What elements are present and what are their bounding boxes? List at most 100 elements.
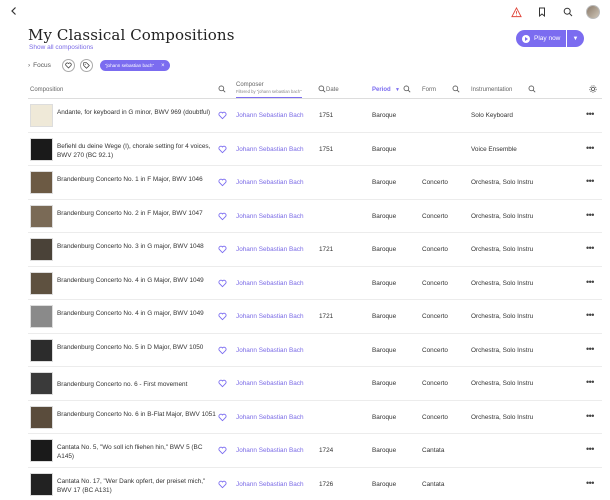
composition-title[interactable]: Brandenburg Concerto no. 6 - First movem… [57,380,217,389]
composition-title[interactable]: Brandenburg Concerto No. 2 in F Major, B… [57,209,217,218]
composition-title[interactable]: Brandenburg Concerto No. 3 in G major, B… [57,242,217,251]
composition-title[interactable]: Andante, for keyboard in G minor, BWV 96… [57,108,217,117]
heart-icon[interactable] [218,312,227,321]
table-row[interactable]: Brandenburg Concerto No. 1 in F Major, B… [28,166,602,200]
composer-link[interactable]: Johann Sebastian Bach [236,414,304,421]
heart-icon[interactable] [218,446,227,455]
heart-icon[interactable] [218,480,227,489]
more-options-icon[interactable]: ••• [586,377,594,387]
form-cell: Concerto [422,179,448,186]
composition-title[interactable]: Brandenburg Concerto No. 5 in D Major, B… [57,343,217,352]
play-icon [522,34,530,43]
table-row[interactable]: Brandenburg Concerto no. 6 - First movem… [28,367,602,401]
col-composition[interactable]: Composition [30,87,63,93]
table-row[interactable]: Brandenburg Concerto No. 3 in G major, B… [28,233,602,267]
more-options-icon[interactable]: ••• [586,277,594,287]
col-period[interactable]: Period [372,87,391,93]
more-options-icon[interactable]: ••• [586,344,594,354]
form-cell: Concerto [422,346,448,354]
album-art-thumbnail [30,305,53,328]
composer-link[interactable]: Johann Sebastian Bach [236,347,304,354]
composer-link[interactable]: Johann Sebastian Bach [236,146,304,153]
more-options-icon[interactable]: ••• [586,109,594,119]
tag-filter-button[interactable] [79,59,93,72]
search-icon[interactable] [403,85,411,93]
composer-link[interactable]: Johann Sebastian Bach [236,213,304,220]
bookmark-icon [539,7,545,17]
composer-link[interactable]: Johann Sebastian Bach [236,246,304,253]
filter-chip[interactable]: "johann sebastian bach" × [99,60,170,71]
period-cell: Baroque [372,313,397,320]
composer-link[interactable]: Johann Sebastian Bach [236,179,304,186]
heart-icon[interactable] [218,111,227,120]
more-options-icon[interactable]: ••• [586,176,594,186]
composition-title[interactable]: Befiehl du deine Wege (I), chorale setti… [57,142,217,160]
album-art-thumbnail [30,204,53,228]
composer-link[interactable]: Johann Sebastian Bach [236,112,304,119]
composer-link[interactable]: Johann Sebastian Bach [236,380,304,387]
heart-icon[interactable] [218,245,227,254]
play-now-label: Play now [534,35,561,42]
album-art-thumbnail [30,372,53,395]
more-options-icon[interactable]: ••• [586,478,594,488]
more-options-icon[interactable]: ••• [586,210,594,220]
play-options-button[interactable]: ▼ [567,30,584,47]
focus-toggle[interactable]: › Focus [28,62,51,69]
table-row[interactable]: Brandenburg Concerto No. 4 in G major, B… [28,300,602,334]
heart-icon[interactable] [218,346,227,355]
play-now-button[interactable]: Play now [516,30,566,47]
more-options-icon[interactable]: ••• [586,444,594,454]
search-icon[interactable] [218,85,226,93]
favorites-filter-button[interactable] [61,59,75,72]
composer-link[interactable]: Johann Sebastian Bach [236,280,304,287]
close-icon[interactable]: × [161,63,165,69]
more-options-icon[interactable]: ••• [586,310,594,320]
composer-link[interactable]: Johann Sebastian Bach [236,447,304,454]
col-composer[interactable]: Composer [236,82,264,88]
heart-icon[interactable] [218,379,227,388]
heart-icon [65,62,72,69]
instrumentation-cell: Orchestra, Solo Instrum [471,279,533,287]
search-icon[interactable] [452,85,460,93]
search-icon[interactable] [318,85,326,93]
table-row[interactable]: Cantata No. 5, "Wo soll ich fliehen hin,… [28,434,602,468]
heart-icon[interactable] [218,413,227,422]
table-row[interactable]: Brandenburg Concerto No. 5 in D Major, B… [28,334,602,367]
composer-link[interactable]: Johann Sebastian Bach [236,313,304,320]
avatar[interactable] [586,5,600,19]
composition-title[interactable]: Brandenburg Concerto No. 1 in F Major, B… [57,175,217,184]
more-options-icon[interactable]: ••• [586,243,594,253]
col-form[interactable]: Form [422,87,436,93]
form-cell: Concerto [422,212,448,220]
heart-icon[interactable] [218,212,227,221]
col-date[interactable]: Date [326,87,339,93]
table-row[interactable]: Brandenburg Concerto No. 6 in B-Flat Maj… [28,401,602,434]
instrumentation-cell: Orchestra, Solo Instrum [471,212,533,220]
composition-title[interactable]: Brandenburg Concerto No. 4 in G major, B… [57,309,217,318]
col-instrumentation[interactable]: Instrumentation [471,87,512,93]
gear-icon[interactable] [589,85,597,93]
show-all-link[interactable]: Show all compositions [29,44,93,51]
bookmark-button[interactable] [534,4,550,20]
table-row[interactable]: Brandenburg Concerto No. 2 in F Major, B… [28,200,602,233]
heart-icon[interactable] [218,178,227,187]
composition-title[interactable]: Brandenburg Concerto No. 4 in G Major, B… [57,276,217,285]
table-row[interactable]: Andante, for keyboard in G minor, BWV 96… [28,99,602,133]
heart-icon[interactable] [218,279,227,288]
more-options-icon[interactable]: ••• [586,411,594,421]
search-button[interactable] [560,4,576,20]
alert-button[interactable] [508,4,524,20]
table-row[interactable]: Befiehl du deine Wege (I), chorale setti… [28,133,602,166]
search-icon[interactable] [528,85,536,93]
more-options-icon[interactable]: ••• [586,143,594,153]
heart-icon[interactable] [218,145,227,154]
composition-title[interactable]: Brandenburg Concerto No. 6 in B-Flat Maj… [57,410,217,419]
table-row[interactable]: Cantata No. 17, "Wer Dank opfert, der pr… [28,468,602,500]
composition-title[interactable]: Cantata No. 5, "Wo soll ich fliehen hin,… [57,443,217,461]
composition-title[interactable]: Cantata No. 17, "Wer Dank opfert, der pr… [57,477,217,495]
composer-link[interactable]: Johann Sebastian Bach [236,481,304,488]
date-cell: 1751 [319,145,334,153]
instrumentation-cell: Solo Keyboard [471,112,513,119]
table-row[interactable]: Brandenburg Concerto No. 4 in G Major, B… [28,267,602,300]
back-button[interactable] [9,5,23,19]
